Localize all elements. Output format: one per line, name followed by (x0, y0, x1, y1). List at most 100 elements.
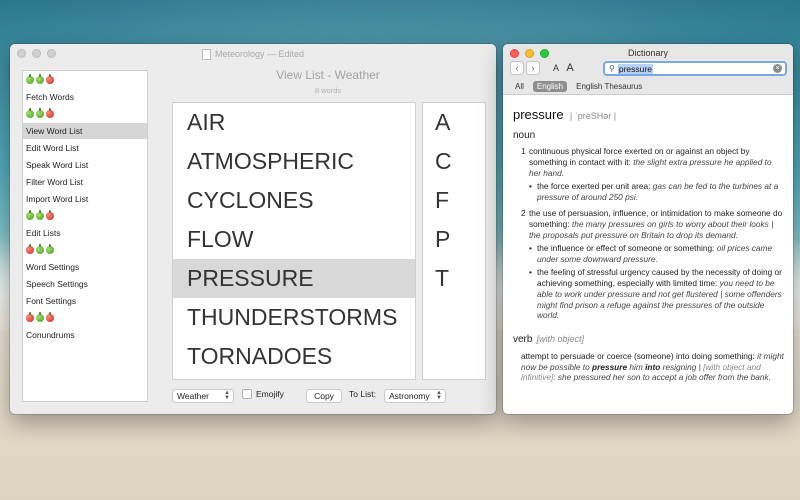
green-apple-icon (36, 312, 44, 322)
word-row[interactable]: TORNADOES (173, 337, 415, 376)
sidebar-item[interactable]: Speech Settings (23, 276, 147, 292)
green-apple-icon (36, 210, 44, 220)
minimize-button[interactable] (32, 49, 41, 58)
chevron-right-icon: › (531, 63, 535, 73)
word-list[interactable]: AIR ATMOSPHERIC CYCLONES FLOW PRESSURE THUNDE… (172, 102, 416, 380)
main-titlebar: Meteorology — Edited (10, 44, 496, 64)
forward-button[interactable]: › (526, 61, 540, 75)
word-row[interactable]: PRESSURE (173, 259, 415, 298)
search-value: pressure (617, 63, 653, 74)
verb-label: verb (513, 334, 533, 346)
close-button[interactable] (17, 49, 26, 58)
source-tab[interactable]: All (511, 81, 528, 92)
emojify-checkbox[interactable] (242, 389, 252, 399)
zoom-button[interactable] (47, 49, 56, 58)
dictionary-title: Dictionary (627, 48, 668, 58)
updown-arrows-icon: ▲ ▼ (224, 390, 230, 401)
apple-rating-row (23, 208, 147, 224)
sidebar: Fetch Words View Word List Edit Word List S… (22, 70, 148, 402)
letter-index-item[interactable]: F (423, 181, 485, 220)
definition-pane: pressure | ˈpreSHər | noun 1 continuous … (513, 106, 785, 383)
subsense-definition: the force exerted per unit area: (537, 181, 651, 192)
verb-sense: attempt to persuade or coerce (someone) … (513, 351, 785, 384)
list-select[interactable]: Weather ▲ ▼ (172, 389, 234, 403)
letter-index-item[interactable]: T (423, 259, 485, 298)
clear-search-icon[interactable]: × (773, 64, 782, 73)
dictionary-toolbar: Dictionary ‹ › A A ⚲ pressure × All Engli… (503, 44, 793, 95)
sidebar-item[interactable]: Filter Word List (23, 174, 147, 190)
apple-rating-row (23, 310, 147, 326)
word-row[interactable]: ATMOSPHERIC (173, 142, 415, 181)
green-apple-icon (36, 108, 44, 118)
window-controls (17, 49, 56, 58)
smaller-font-button[interactable]: A (549, 61, 563, 75)
sense-1: 1 continuous physical force exerted on o… (513, 146, 785, 179)
updown-arrows-icon: ▲ ▼ (436, 390, 442, 401)
red-apple-icon (26, 312, 34, 322)
source-tab[interactable]: English (532, 81, 568, 92)
sidebar-item[interactable]: View Word List (23, 123, 147, 139)
green-apple-icon (46, 244, 54, 254)
red-apple-icon (46, 210, 54, 220)
source-tab[interactable]: English Thesaurus (572, 81, 646, 92)
back-button[interactable]: ‹ (510, 61, 524, 75)
red-apple-icon (26, 244, 34, 254)
red-apple-icon (46, 108, 54, 118)
dictionary-window: Dictionary ‹ › A A ⚲ pressure × All Engli… (503, 44, 793, 414)
sidebar-item[interactable]: Word Settings (23, 259, 147, 275)
sidebar-item[interactable]: Import Word List (23, 191, 147, 207)
word-row[interactable]: AIR (173, 103, 415, 142)
headword: pressure (513, 107, 564, 122)
sidebar-item[interactable]: Fetch Words (23, 89, 147, 105)
copy-button[interactable]: Copy (306, 389, 342, 403)
word-count: 8 words (314, 86, 342, 95)
letter-index-item[interactable]: A (423, 103, 485, 142)
search-icon: ⚲ (609, 64, 615, 73)
sense-number: 2 (521, 208, 526, 219)
green-apple-icon (36, 244, 44, 254)
sidebar-item[interactable]: Conundrums (23, 327, 147, 343)
verb-example-part: resigning | (662, 361, 701, 372)
document-icon (201, 48, 211, 60)
window-title: Meteorology — Edited (214, 49, 305, 59)
red-apple-icon (46, 74, 54, 84)
word-row[interactable]: THUNDERSTORMS (173, 298, 415, 337)
larger-font-button[interactable]: A (563, 61, 577, 75)
apple-rating-row (23, 106, 147, 122)
subsense-definition: the influence or effect of someone or so… (537, 242, 715, 253)
pronunciation: | ˈpreSHər | (569, 111, 617, 121)
green-apple-icon (36, 74, 44, 84)
part-of-speech-noun: noun (513, 130, 536, 142)
grammar-note: [with object] (536, 334, 584, 345)
verb-example-part: : she pressured her son to accept a job … (553, 372, 771, 383)
subsense: the influence or effect of someone or so… (513, 243, 785, 265)
verb-example-bold: into (645, 361, 661, 372)
chevron-left-icon: ‹ (515, 63, 519, 73)
subsense: the force exerted per unit area: gas can… (513, 181, 785, 203)
green-apple-icon (26, 210, 34, 220)
verb-example-part: him (629, 361, 643, 372)
emojify-label: Emojify (256, 389, 284, 399)
green-apple-icon (26, 74, 34, 84)
sidebar-item[interactable]: Speak Word List (23, 157, 147, 173)
letter-index-item[interactable]: P (423, 220, 485, 259)
apple-rating-row (23, 72, 147, 88)
sidebar-item[interactable]: Font Settings (23, 293, 147, 309)
sidebar-item[interactable]: Edit Lists (23, 225, 147, 241)
apple-rating-row (23, 242, 147, 258)
red-apple-icon (46, 312, 54, 322)
sidebar-item[interactable]: Edit Word List (23, 140, 147, 156)
sense-number: 1 (521, 146, 526, 157)
subsense: the feeling of stressful urgency caused … (513, 267, 785, 322)
view-title: View List - Weather (276, 68, 380, 82)
word-row[interactable]: FLOW (173, 220, 415, 259)
verb-example-bold: pressure (592, 361, 628, 372)
main-window: Meteorology — Edited Fetch Words View Wor… (10, 44, 496, 414)
search-field[interactable]: ⚲ pressure × (603, 61, 787, 76)
target-list-select[interactable]: Astronomy ▲ ▼ (384, 389, 446, 403)
bottom-toolbar: Weather ▲ ▼ Emojify Copy To List: Astrono… (172, 387, 496, 407)
letter-index-item[interactable]: C (423, 142, 485, 181)
word-row[interactable]: CYCLONES (173, 181, 415, 220)
letter-index[interactable]: ACFPT (422, 102, 486, 380)
part-of-speech-verb: verb [with object] (513, 333, 785, 346)
